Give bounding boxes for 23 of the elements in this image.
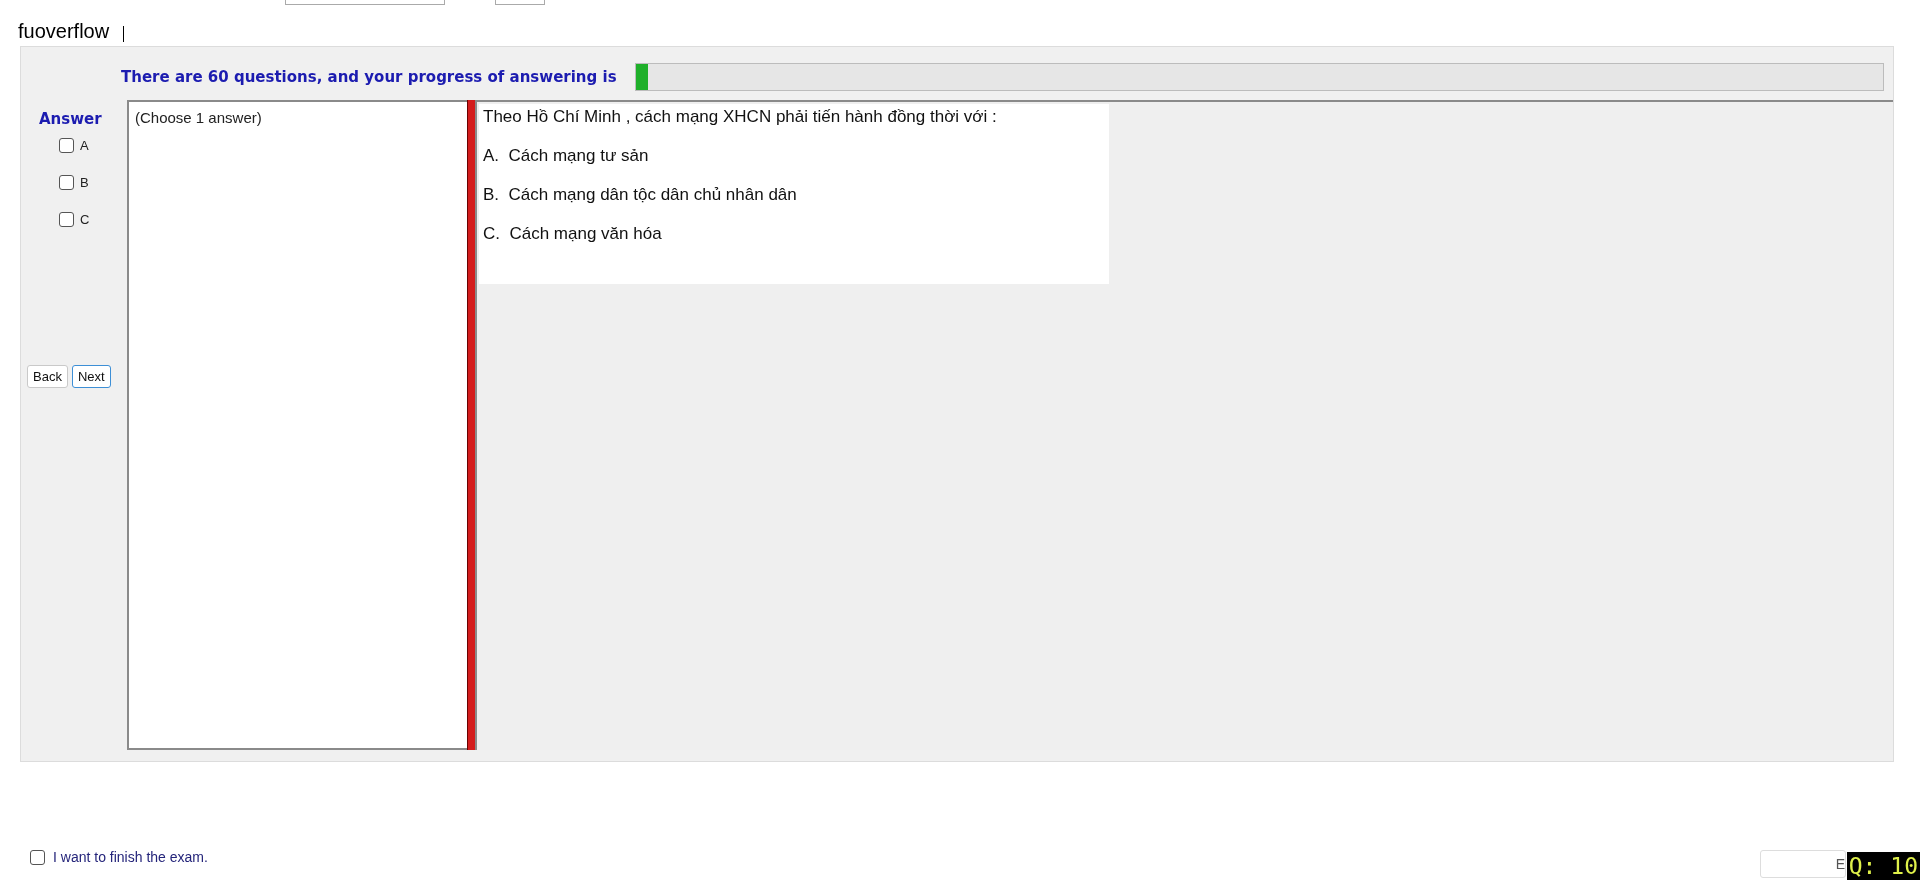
app-title: fuoverflow	[18, 19, 110, 43]
input-field[interactable]	[495, 0, 545, 5]
choice-text: B. Cách mạng dân tộc dân chủ nhân dân	[483, 185, 798, 205]
option-label: B	[80, 175, 89, 190]
text-cursor	[123, 26, 125, 42]
checkbox[interactable]	[30, 849, 45, 865]
back-button[interactable]: Back	[27, 365, 68, 388]
option-label: A	[80, 138, 89, 153]
option-label: C	[80, 212, 90, 227]
progress-label: There are 60 questions, and your progress of answering is	[121, 68, 617, 86]
checkbox[interactable]	[59, 138, 74, 153]
checkbox[interactable]	[59, 175, 74, 190]
choice-text: C. Cách mạng văn hóa	[483, 224, 663, 244]
question-text: Theo Hồ Chí Minh , cách mạng XHCN phải tiến hành đồng thời với :	[483, 107, 998, 127]
answer-hint: (Choose 1 answer)	[135, 109, 262, 126]
answer-label: Answer	[39, 110, 103, 128]
checkbox[interactable]	[59, 212, 74, 227]
next-button[interactable]: Next	[71, 365, 111, 388]
question-counter: Q: 10	[1846, 852, 1920, 880]
answer-box[interactable]: (Choose 1 answer)	[127, 100, 467, 750]
finish-label: I want to finish the exam.	[53, 849, 208, 865]
choice-text: A. Cách mạng tư sản	[483, 146, 650, 166]
finish-button[interactable]: E	[1760, 850, 1846, 878]
